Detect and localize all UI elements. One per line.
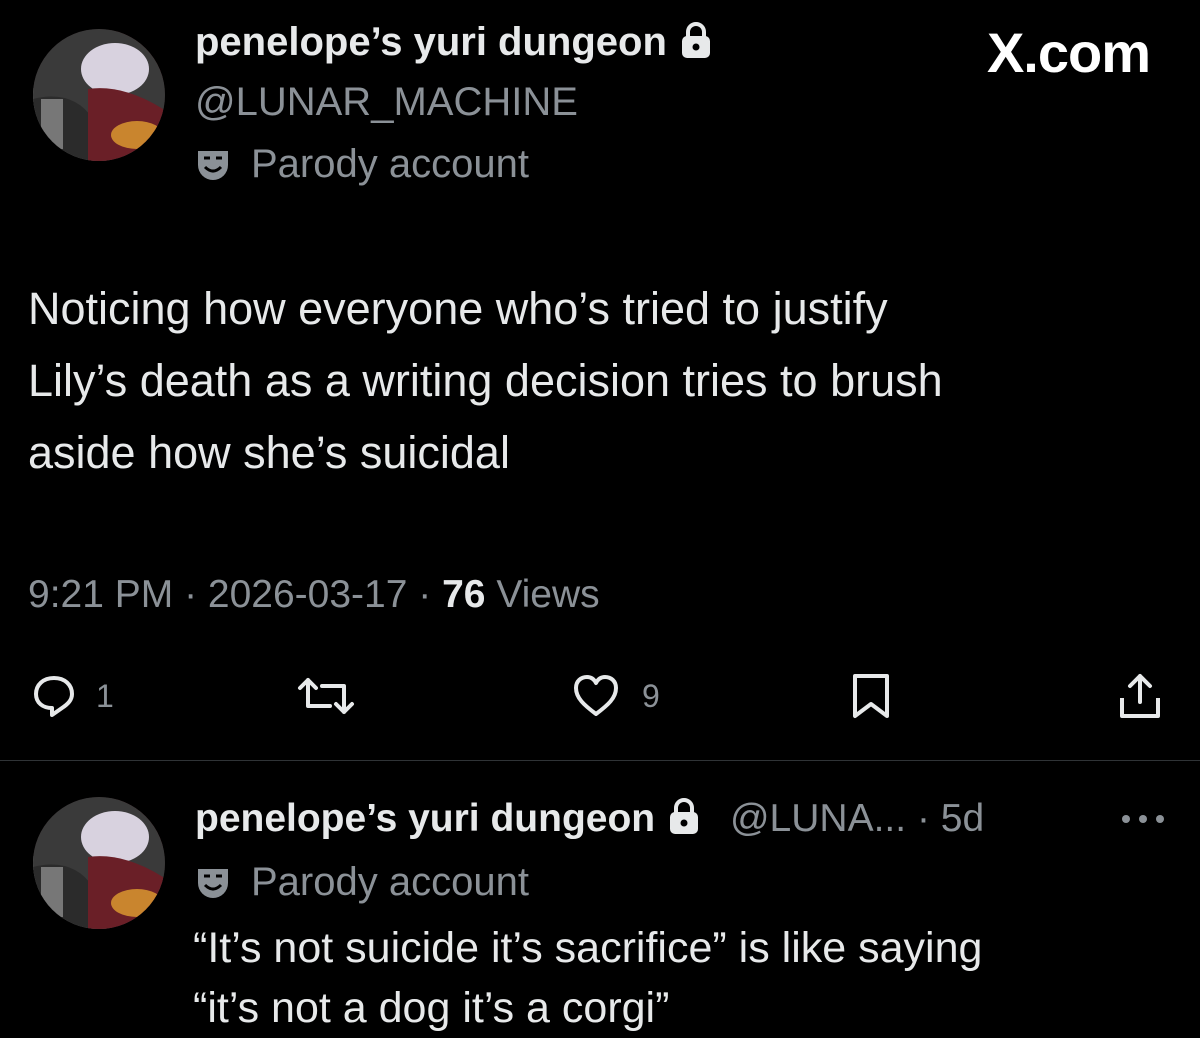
more-button[interactable] xyxy=(1118,812,1168,831)
reply-handle[interactable]: @LUNA... xyxy=(730,797,906,840)
like-button[interactable]: 9 xyxy=(570,672,660,720)
reply-avatar[interactable] xyxy=(33,797,165,929)
separator: · xyxy=(184,573,208,616)
parody-mask-icon xyxy=(198,868,228,898)
like-count: 9 xyxy=(642,677,660,714)
reply-age[interactable]: 5d xyxy=(941,797,984,840)
views-label: Views xyxy=(496,573,600,616)
reply-button[interactable]: 1 xyxy=(30,672,114,720)
avatar-image xyxy=(33,29,165,161)
share-button[interactable] xyxy=(1116,672,1164,720)
retweet-button[interactable] xyxy=(296,672,356,720)
reply-icon xyxy=(34,676,74,717)
separator: · xyxy=(916,797,930,840)
tweet-meta: 9:21 PM · 2026-03-17 · 76 Views xyxy=(28,573,600,617)
tweet-text-line: Lily’s death as a writing decision tries… xyxy=(28,355,943,406)
bookmark-button[interactable] xyxy=(847,672,895,720)
parody-label-text: Parody account xyxy=(251,142,529,186)
reply-count: 1 xyxy=(96,677,114,714)
tweet-text: Noticing how everyone who’s tried to jus… xyxy=(28,273,1148,489)
share-icon xyxy=(1120,674,1160,718)
tweet-text-line: Noticing how everyone who’s tried to jus… xyxy=(28,283,888,334)
tweet-date[interactable]: 2026-03-17 xyxy=(208,573,408,616)
tweet-time[interactable]: 9:21 PM xyxy=(28,573,173,616)
divider xyxy=(0,760,1200,761)
retweet-icon xyxy=(298,678,354,714)
parody-label: Parody account xyxy=(195,142,529,187)
reply-display-name[interactable]: penelope’s yuri dungeon xyxy=(195,797,655,840)
reply-parody-label: Parody account xyxy=(195,860,529,905)
lock-icon xyxy=(670,798,699,834)
display-name[interactable]: penelope’s yuri dungeon xyxy=(195,20,667,64)
handle[interactable]: @LUNAR_MACHINE xyxy=(195,80,578,125)
reply-parody-label-text: Parody account xyxy=(251,860,529,904)
like-icon xyxy=(574,675,618,716)
avatar-image xyxy=(33,797,165,929)
reply-text-line: “It’s not suicide it’s sacrifice” is lik… xyxy=(193,924,983,972)
reply-text-line: “it’s not a dog it’s a corgi” xyxy=(193,984,670,1032)
views-count: 76 xyxy=(442,573,486,616)
parody-mask-icon xyxy=(198,150,228,180)
lock-icon xyxy=(681,22,710,58)
more-icon xyxy=(1122,815,1164,823)
bookmark-icon xyxy=(853,674,889,718)
avatar[interactable] xyxy=(33,29,165,161)
site-watermark: X.com xyxy=(986,21,1151,84)
reply-text: “It’s not suicide it’s sacrifice” is lik… xyxy=(193,918,1173,1038)
separator: · xyxy=(418,573,443,616)
tweet-text-line: aside how she’s suicidal xyxy=(28,427,510,478)
